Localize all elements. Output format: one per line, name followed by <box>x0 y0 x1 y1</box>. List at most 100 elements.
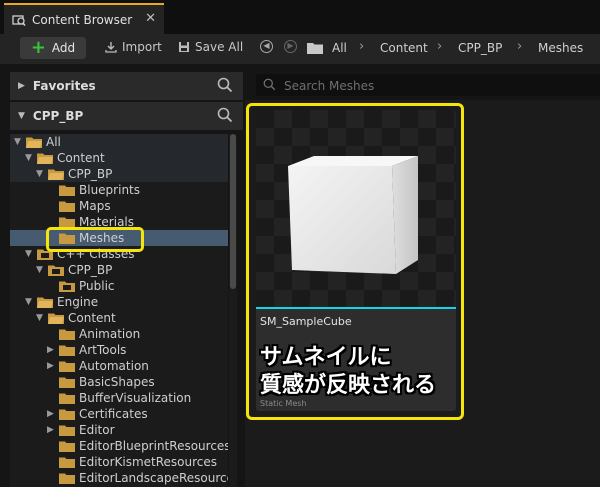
folder-icon <box>59 409 75 420</box>
tree-item-label: Animation <box>79 327 141 341</box>
folder-icon <box>59 329 75 340</box>
tab-title: Content Browser <box>32 12 133 27</box>
chevron-down-icon[interactable]: ▼ <box>25 246 32 262</box>
breadcrumb-item[interactable]: Content <box>380 41 428 55</box>
scrollbar-thumb[interactable] <box>230 134 236 289</box>
chevron-down-icon[interactable]: ▼ <box>25 294 32 310</box>
content-browser-icon <box>12 14 26 26</box>
tree-scrollbar[interactable] <box>229 134 237 487</box>
tree-item-label: BasicShapes <box>79 375 155 389</box>
favorites-header[interactable]: ▶ Favorites <box>10 72 243 100</box>
tree-item-label: Automation <box>79 359 149 373</box>
plus-icon: + <box>30 37 46 58</box>
save-all-button[interactable]: Save All <box>178 40 243 54</box>
search-input[interactable] <box>282 76 586 96</box>
chevron-right-icon[interactable]: ▶ <box>47 358 54 374</box>
chevron-down-icon[interactable]: ▼ <box>14 134 21 150</box>
tree-item[interactable]: Blueprints <box>10 182 228 198</box>
folder-open-icon <box>48 313 64 324</box>
folder-icon <box>59 201 75 212</box>
import-button-label: Import <box>122 40 162 54</box>
chevron-right-icon[interactable]: ▶ <box>47 342 54 358</box>
project-header[interactable]: ▼ CPP_BP <box>10 102 243 130</box>
tree-item-label: Editor <box>79 423 115 437</box>
folder-tree: ▼ All ▼ Content ▼ CPP_BP Blueprints Maps Materia… <box>10 134 228 487</box>
folder-open-icon <box>37 153 53 164</box>
tree-item[interactable]: ▶ Automation <box>10 358 228 374</box>
folder-icon <box>59 473 75 484</box>
search-icon[interactable] <box>217 107 233 123</box>
chevron-right-icon[interactable]: ▶ <box>47 422 54 438</box>
tab-bar: Content Browser ✕ <box>0 0 600 34</box>
chevron-down-icon[interactable]: ▼ <box>36 166 43 182</box>
folder-icon <box>59 441 75 452</box>
chevron-down-icon: ▼ <box>18 111 25 121</box>
tree-item-label: All <box>46 135 61 149</box>
tree-item[interactable]: EditorLandscapeResources <box>10 470 228 486</box>
folder-icon <box>59 185 75 196</box>
tree-item-label: EditorKismetResources <box>79 455 218 469</box>
tree-item[interactable]: ▼ Content <box>10 150 228 166</box>
search-icon[interactable] <box>217 77 233 93</box>
chevron-down-icon[interactable]: ▼ <box>25 150 32 166</box>
save-icon <box>179 42 189 52</box>
highlight-box <box>46 227 144 252</box>
search-bar <box>256 74 600 96</box>
tree-item-label: Content <box>68 311 116 325</box>
tree-item-label: EditorLandscapeResources <box>79 471 228 485</box>
tree-item[interactable]: Animation <box>10 326 228 342</box>
import-button[interactable]: Import <box>105 40 162 54</box>
breadcrumb-item[interactable]: CPP_BP <box>458 41 502 55</box>
import-icon <box>105 42 117 53</box>
chevron-down-icon[interactable]: ▼ <box>36 310 43 326</box>
tree-item-label: BufferVisualization <box>79 391 192 405</box>
cpp-folder-icon <box>48 265 64 276</box>
tree-item[interactable]: ▼ Engine <box>10 294 228 310</box>
tree-item-label: Content <box>57 151 105 165</box>
favorites-label: Favorites <box>32 79 96 93</box>
tree-item-label: CPP_BP <box>68 167 113 181</box>
back-icon[interactable]: ◀ <box>260 40 273 53</box>
folder-icon <box>59 377 75 388</box>
tree-item[interactable]: ▼ All <box>10 134 228 150</box>
tree-item[interactable]: ▼ Content <box>10 310 228 326</box>
chevron-right-icon: › <box>437 39 443 54</box>
tree-item[interactable]: Public <box>10 278 228 294</box>
tree-item[interactable]: EditorKismetResources <box>10 454 228 470</box>
breadcrumb-item[interactable]: All <box>332 41 347 55</box>
breadcrumb-item[interactable]: Meshes <box>538 41 583 55</box>
add-button-label: Add <box>51 41 76 55</box>
tree-item[interactable]: Maps <box>10 198 228 214</box>
folder-icon <box>59 393 75 404</box>
annotation-line-2: 質感が反映される <box>260 373 437 398</box>
tree-item[interactable]: ▼ CPP_BP <box>10 166 228 182</box>
tree-item-label: Blueprints <box>79 183 141 197</box>
folder-icon <box>59 361 75 372</box>
tree-item-label: Engine <box>57 295 99 309</box>
tree-item[interactable]: ▶ ArtTools <box>10 342 228 358</box>
folder-open-icon <box>37 297 53 308</box>
tab-content-browser[interactable]: Content Browser ✕ <box>4 3 164 34</box>
save-all-button-label: Save All <box>195 40 244 54</box>
tree-item[interactable]: BufferVisualization <box>10 390 228 406</box>
folder-icon <box>59 345 75 356</box>
close-icon[interactable]: ✕ <box>145 11 156 26</box>
tree-item[interactable]: ▶ Certificates <box>10 406 228 422</box>
add-button[interactable]: + Add <box>20 37 86 59</box>
tree-item-label: ArtTools <box>79 343 127 357</box>
chevron-down-icon[interactable]: ▼ <box>36 262 43 278</box>
annotation-line-1: サムネイルに <box>260 345 392 370</box>
tree-item[interactable]: EditorBlueprintResources <box>10 438 228 454</box>
search-icon <box>263 78 276 91</box>
folder-icon[interactable] <box>307 42 323 54</box>
toolbar: + Add Import Save All ◀ ▶ All › Content … <box>0 34 600 64</box>
forward-icon[interactable]: ▶ <box>284 40 297 53</box>
chevron-right-icon: › <box>359 39 365 54</box>
chevron-right-icon[interactable]: ▶ <box>47 406 54 422</box>
tree-item[interactable]: BasicShapes <box>10 374 228 390</box>
tree-item[interactable]: ▼ CPP_BP <box>10 262 228 278</box>
folder-open-icon <box>48 169 64 180</box>
folder-open-icon <box>26 137 42 148</box>
tree-item-label: EditorBlueprintResources <box>79 439 228 453</box>
tree-item[interactable]: ▶ Editor <box>10 422 228 438</box>
